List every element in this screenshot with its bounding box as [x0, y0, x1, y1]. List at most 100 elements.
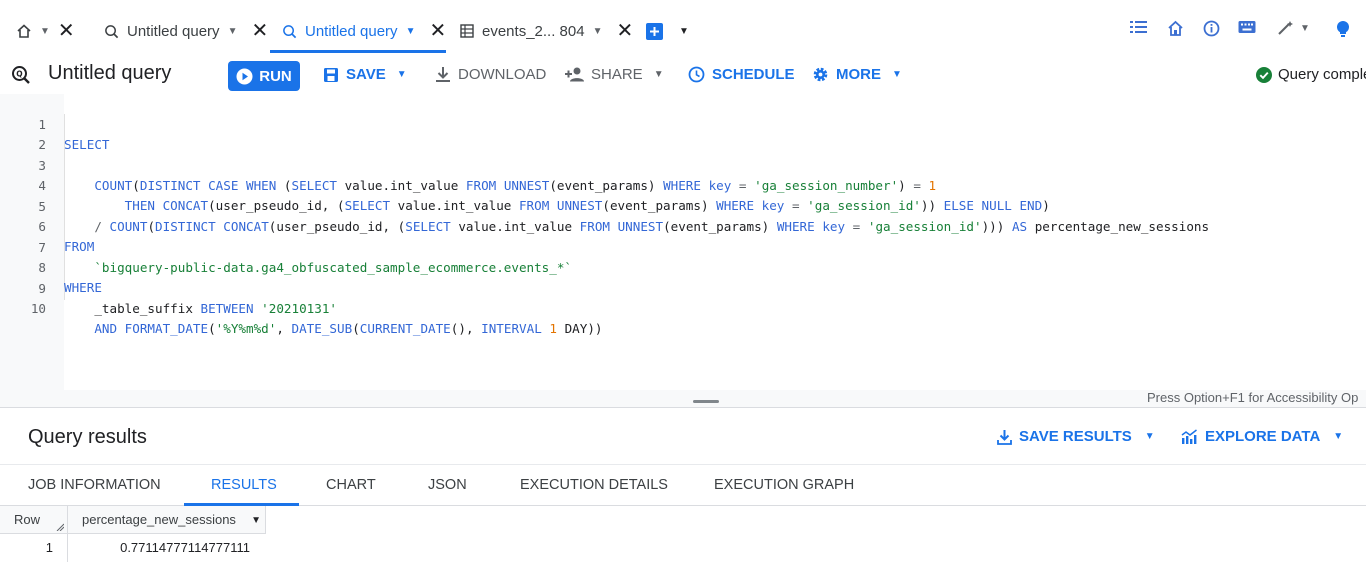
resize-grip-icon[interactable]: [56, 523, 64, 531]
run-label: RUN: [259, 67, 292, 85]
save-results-button[interactable]: SAVE RESULTS ▼: [997, 428, 1155, 445]
keyboard-icon[interactable]: [1238, 20, 1256, 34]
code-line: 5 / COUNT(DISTINCT CONCAT(user_pseudo_id…: [0, 177, 1366, 234]
svg-text:Q: Q: [16, 70, 22, 79]
resize-handle[interactable]: [693, 400, 719, 403]
results-header: Query results SAVE RESULTS ▼ EXPLORE DAT…: [0, 408, 1366, 464]
chevron-down-icon[interactable]: ▼: [593, 26, 603, 37]
tab-label: Untitled query: [305, 22, 398, 40]
chevron-down-icon: ▼: [653, 69, 664, 80]
accessibility-hint: Press Option+F1 for Accessibility Op: [1147, 390, 1359, 405]
download-icon: [997, 429, 1012, 445]
line-number: 10: [30, 301, 46, 316]
code-line: 2: [0, 115, 1366, 152]
schedule-button[interactable]: SCHEDULE: [688, 66, 795, 83]
results-tabs: JOB INFORMATION RESULTS CHART JSON EXECU…: [0, 464, 1366, 506]
download-icon: [435, 66, 451, 83]
tab-chart[interactable]: CHART: [326, 477, 376, 493]
home-icon[interactable]: [1167, 20, 1184, 37]
close-icon[interactable]: ✕: [58, 21, 75, 41]
list-icon[interactable]: [1130, 20, 1147, 34]
chevron-down-icon[interactable]: ▼: [679, 26, 689, 37]
share-label: SHARE: [591, 66, 643, 83]
share-button[interactable]: SHARE ▼: [565, 66, 664, 83]
tab-execution-details[interactable]: EXECUTION DETAILS: [520, 477, 668, 493]
sort-icon[interactable]: ▼: [251, 515, 261, 526]
explore-data-button[interactable]: EXPLORE DATA ▼: [1181, 428, 1343, 445]
table-header: Row percentage_new_sessions ▼: [0, 506, 266, 534]
results-table: Row percentage_new_sessions ▼ 1 0.771147…: [0, 506, 1366, 572]
status-text: Query comple: [1278, 66, 1366, 83]
lightbulb-icon[interactable]: [1336, 20, 1350, 38]
cell-value[interactable]: 0.77114777114777111: [69, 534, 266, 562]
code-line: 3 COUNT(DISTINCT CASE WHEN (SELECT value…: [0, 136, 1366, 193]
table-icon: [460, 24, 474, 38]
code-text: _table_suffix BETWEEN '20210131': [64, 301, 337, 316]
more-label: MORE: [836, 66, 881, 83]
save-button[interactable]: SAVE ▼: [323, 66, 407, 83]
page-title: Untitled query: [48, 62, 172, 84]
schedule-label: SCHEDULE: [712, 66, 795, 83]
code-line: 10 AND FORMAT_DATE('%Y%m%d', DATE_SUB(CU…: [0, 279, 1366, 336]
results-title: Query results: [28, 426, 147, 448]
code-line: 1 SELECT: [0, 95, 1366, 152]
search-query-icon: [104, 24, 119, 39]
sql-editor[interactable]: 1 SELECT 2 3 COUNT(DISTINCT CASE WHEN (S…: [0, 94, 1366, 390]
chevron-down-icon[interactable]: ▼: [406, 26, 416, 37]
column-header-percentage[interactable]: percentage_new_sessions ▼: [69, 506, 266, 534]
tab-label: events_2... 804: [482, 22, 585, 40]
save-icon: [323, 67, 339, 83]
close-icon[interactable]: ✕: [251, 21, 268, 41]
gear-icon: [812, 66, 829, 83]
run-button[interactable]: RUN: [228, 61, 300, 91]
column-header-label: Row: [14, 512, 41, 527]
column-header-label: percentage_new_sessions: [82, 512, 236, 527]
query-toolbar: Q Untitled query RUN SAVE ▼ DOWNLOAD SHA…: [0, 58, 1366, 94]
tab-json[interactable]: JSON: [428, 477, 467, 493]
table-row: 1 0.77114777114777111: [0, 534, 266, 562]
chevron-down-icon[interactable]: ▼: [228, 26, 238, 37]
more-button[interactable]: MORE ▼: [812, 66, 902, 83]
add-person-icon: [565, 67, 584, 82]
chevron-down-icon: ▼: [1300, 22, 1310, 34]
tab-bar: ▼ ✕ Untitled query ▼ ✕ Untitled query ▼ …: [0, 0, 1366, 58]
row-number: 1: [0, 534, 68, 562]
chevron-down-icon: ▼: [1144, 431, 1155, 442]
tab-label: Untitled query: [127, 22, 220, 40]
chevron-down-icon: ▼: [1333, 431, 1344, 442]
code-line: 7 `bigquery-public-data.ga4_obfuscated_s…: [0, 218, 1366, 275]
add-tab-icon: [646, 22, 663, 40]
new-tab-button[interactable]: ▼: [646, 12, 689, 50]
column-header-row[interactable]: Row: [0, 506, 68, 534]
tab-query-2[interactable]: Untitled query ▼ ✕: [282, 12, 446, 50]
active-tab-indicator: [270, 50, 446, 53]
code-line: 6 FROM: [0, 197, 1366, 254]
home-tab[interactable]: ▼ ✕: [16, 12, 75, 50]
check-circle-icon: [1256, 66, 1272, 83]
chevron-down-icon: ▼: [396, 69, 407, 80]
chevron-down-icon[interactable]: ▼: [40, 26, 50, 37]
clock-icon: [688, 66, 705, 83]
info-icon[interactable]: [1203, 20, 1220, 37]
download-label: DOWNLOAD: [458, 66, 547, 83]
close-icon[interactable]: ✕: [429, 21, 446, 41]
magic-wand-icon[interactable]: ▼: [1277, 20, 1310, 36]
code-line: 8 WHERE: [0, 238, 1366, 295]
play-icon: [236, 68, 253, 85]
query-icon: Q: [11, 65, 31, 85]
home-icon: [16, 23, 32, 39]
tab-results[interactable]: RESULTS: [211, 477, 277, 493]
tab-job-information[interactable]: JOB INFORMATION: [28, 477, 161, 493]
close-icon[interactable]: ✕: [616, 21, 633, 41]
chart-icon: [1181, 428, 1198, 445]
save-label: SAVE: [346, 66, 386, 83]
tab-query-1[interactable]: Untitled query ▼ ✕: [104, 12, 268, 50]
download-button[interactable]: DOWNLOAD: [435, 66, 546, 83]
code-text: AND FORMAT_DATE('%Y%m%d', DATE_SUB(CURRE…: [94, 321, 603, 336]
chevron-down-icon: ▼: [892, 69, 902, 80]
tab-table[interactable]: events_2... 804 ▼ ✕: [460, 12, 633, 50]
code-line: 4 THEN CONCAT(user_pseudo_id, (SELECT va…: [0, 156, 1366, 213]
explore-data-label: EXPLORE DATA: [1205, 428, 1321, 445]
search-query-icon: [282, 24, 297, 39]
tab-execution-graph[interactable]: EXECUTION GRAPH: [714, 477, 854, 493]
